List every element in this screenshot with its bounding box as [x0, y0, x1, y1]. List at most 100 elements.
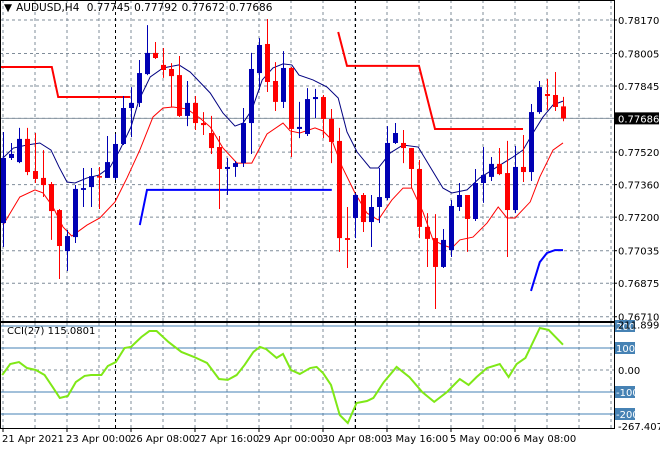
candle-bearish — [505, 140, 510, 257]
candle-body — [209, 133, 214, 149]
price-chart[interactable]: 0.78170 0.78005 0.77845 0.77686 0.77520 0.773… — [0, 0, 660, 450]
candle-bearish — [497, 148, 502, 176]
candle-body — [201, 123, 206, 126]
candle-bearish — [193, 96, 198, 130]
candle-bearish — [345, 206, 350, 268]
candle-body — [361, 195, 366, 223]
candle-body — [377, 197, 382, 207]
candle-bullish — [489, 156, 494, 181]
cci-header: CCI(27) 115.0801 — [7, 326, 95, 337]
candle-bearish — [465, 195, 470, 252]
candle-body — [81, 188, 86, 190]
candle-body — [225, 166, 230, 169]
candle-body — [129, 102, 134, 109]
candle-body — [33, 171, 38, 179]
candle-bearish — [33, 133, 38, 184]
upper-channel-line — [337, 31, 523, 130]
candle-body — [537, 87, 542, 113]
candle-body — [25, 138, 30, 173]
candle-body — [89, 176, 94, 188]
candle-bearish — [433, 214, 438, 310]
candle-bullish — [369, 195, 374, 248]
candle-bullish — [73, 185, 78, 243]
cci-axis-label: -267.4079 — [618, 422, 660, 433]
candle-body — [457, 195, 462, 207]
candle-body — [545, 93, 550, 97]
dropdown-triangle-icon[interactable]: ▼ — [4, 2, 12, 14]
candle-body — [409, 148, 414, 169]
price-axis-label: 0.77520 — [618, 148, 659, 159]
symbol-label: AUDUSD,H4 — [16, 2, 80, 14]
candle-bearish — [57, 209, 62, 279]
time-axis-label: 21 Apr 2021 — [2, 434, 64, 445]
candle-bearish — [521, 135, 526, 182]
candle-bullish — [393, 123, 398, 144]
open-value: 0.77745 — [86, 2, 131, 14]
candle-body — [57, 210, 62, 247]
close-value: 0.77686 — [229, 2, 273, 14]
candle-body — [481, 175, 486, 184]
main-pane-border — [0, 0, 615, 322]
candle-body — [273, 80, 278, 102]
candle-bearish — [401, 129, 406, 164]
price-axis-label: 0.77845 — [618, 82, 659, 93]
cci-level-label: -200 — [616, 410, 639, 421]
candle-body — [385, 142, 390, 199]
price-axis-label: 0.78170 — [618, 16, 659, 27]
candle-bearish — [41, 150, 46, 198]
cci-level-label: -100 — [616, 388, 639, 399]
candle-bearish — [329, 109, 334, 164]
candle-bullish — [457, 183, 462, 212]
candle-bullish — [249, 52, 254, 154]
candle-bearish — [289, 66, 294, 157]
candle-bullish — [121, 96, 126, 145]
candle-body — [265, 43, 270, 82]
candle-body — [9, 153, 14, 159]
candle-bearish — [321, 95, 326, 139]
candle-bearish — [561, 96, 566, 122]
upper-channel-line — [0, 65, 131, 99]
candle-bearish — [409, 148, 414, 189]
time-axis-label: 3 May 16:00 — [386, 434, 448, 445]
time-axis-label: 29 Apr 00:00 — [258, 434, 323, 445]
candle-body — [241, 123, 246, 164]
candle-bullish — [385, 126, 390, 201]
cci-level-label: 100 — [616, 344, 635, 355]
candle-body — [529, 112, 534, 173]
candle-bullish — [473, 168, 478, 222]
price-axis-label: 0.77360 — [618, 181, 659, 192]
candle-bullish — [89, 167, 94, 207]
time-axis-label: 26 Apr 08:00 — [130, 434, 195, 445]
candle-bullish — [185, 80, 190, 127]
candle-bearish — [209, 115, 214, 154]
candle-bullish — [113, 134, 118, 180]
candle-body — [353, 195, 358, 218]
candle-body — [97, 176, 102, 178]
candle-body — [417, 168, 422, 227]
candle-bullish — [241, 108, 246, 167]
candle-bullish — [81, 167, 86, 207]
price-axis-label: 0.77035 — [618, 247, 659, 258]
candle-bullish — [529, 103, 534, 181]
candle-bearish — [553, 72, 558, 112]
candle-bullish — [65, 229, 70, 272]
candle-body — [65, 236, 70, 252]
candle-body — [521, 166, 526, 173]
candle-body — [145, 52, 150, 75]
candle-body — [513, 166, 518, 211]
candle-body — [473, 183, 478, 219]
candle-body — [369, 206, 374, 223]
candle-bullish — [313, 88, 318, 118]
candle-body — [105, 162, 110, 178]
candle-body — [297, 126, 302, 129]
candle-body — [41, 177, 46, 186]
candle-bearish — [25, 127, 30, 176]
candle-body — [193, 102, 198, 124]
candle-body — [49, 184, 54, 212]
candle-bullish — [353, 192, 358, 239]
chart-window[interactable]: 0.78170 0.78005 0.77845 0.77686 0.77520 0.773… — [0, 0, 660, 450]
candle-body — [137, 73, 142, 103]
candle-bearish — [265, 18, 270, 92]
candle-body — [177, 75, 182, 116]
candle-bearish — [217, 136, 222, 210]
